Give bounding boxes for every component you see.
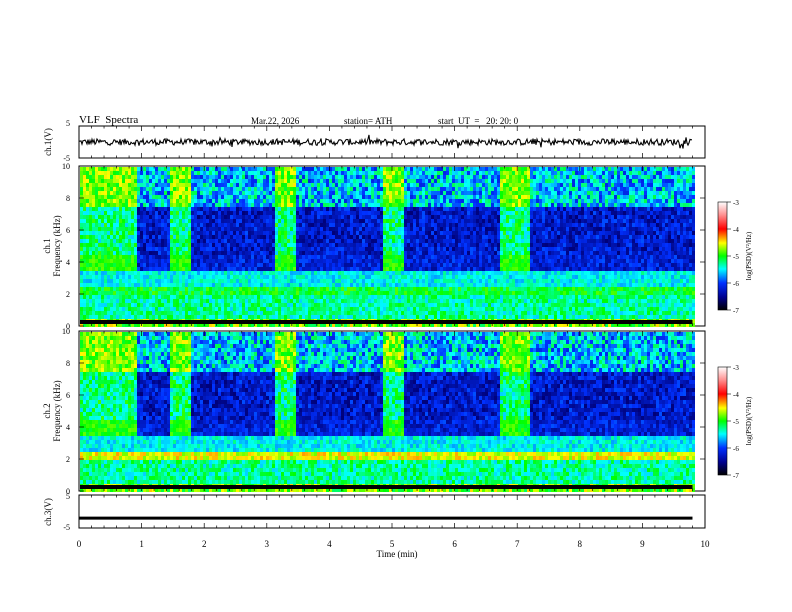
ch2-freq-tick-4: 4 (66, 423, 70, 432)
x-tick-label-3: 3 (265, 539, 270, 549)
ch1-colorbar-label: log(PSD)(V²/Hz) (745, 231, 753, 280)
ch1-colorbar-tick--4: -4 (733, 226, 739, 234)
spectrogram-low-band (80, 485, 693, 489)
ch2-spec-ylabel-freq: Frequency (kHz) (52, 380, 62, 441)
ch1-freq-tick-4: 4 (66, 258, 70, 267)
ch1-spec-ylabel-freq: Frequency (kHz) (52, 215, 62, 276)
ch1-colorbar-tick--6: -6 (733, 280, 739, 288)
ch3-ytick-bottom: -5 (63, 523, 70, 532)
ch2-colorbar-label: log(PSD)(V²/Hz) (745, 396, 753, 445)
ch1-colorbar: -3 -4 -5 -6 -7 log(PSD)(V²/Hz) (717, 199, 753, 315)
ch1-freq-tick-6: 6 (66, 226, 70, 235)
x-tick-label-2: 2 (202, 539, 207, 549)
ch1-ytick-bottom: -5 (63, 154, 70, 163)
ch3-ytick-top: 5 (66, 492, 70, 501)
ch2-colorbar-tick--3: -3 (733, 364, 739, 372)
ch3-waveform-ylabel: ch.3(V) (43, 498, 53, 526)
x-tick-label-4: 4 (327, 539, 332, 549)
x-tick-label-1: 1 (139, 539, 144, 549)
ch2-colorbar-tick--5: -5 (733, 418, 739, 426)
vlf-figure: 0 1 2 3 4 5 6 7 8 9 1002468100246810 ch.1(V) 5 -5 … (42, 119, 753, 559)
ch1-freq-tick-2: 2 (66, 290, 70, 299)
x-tick-label-8: 8 (578, 539, 583, 549)
ch1-colorbar-gradient (717, 201, 728, 311)
ch2-freq-tick-6: 6 (66, 391, 70, 400)
ch2-freq-tick-2: 2 (66, 455, 70, 464)
ch2-spectrogram-image (80, 332, 695, 492)
ch2-colorbar-tick--4: -4 (733, 391, 739, 399)
ch2-colorbar-tick--7: -7 (733, 472, 739, 480)
spectrogram-low-band (80, 320, 693, 324)
ch2-colorbar-tick--6: -6 (733, 445, 739, 453)
ch1-spectrogram-image (80, 167, 695, 327)
ch1-colorbar-tick--7: -7 (733, 307, 739, 315)
ch2-freq-tick-8: 8 (66, 359, 70, 368)
x-tick-label-7: 7 (515, 539, 520, 549)
ch1-waveform-ylabel: ch.1(V) (43, 128, 53, 156)
ch2-spec-ylabel-channel: ch.2 (42, 403, 52, 418)
x-tick-label-6: 6 (452, 539, 457, 549)
ch1-colorbar-tick--5: -5 (733, 253, 739, 261)
ch1-freq-tick-8: 8 (66, 194, 70, 203)
ch2-colorbar-gradient (717, 366, 728, 476)
ch1-ytick-top: 5 (66, 119, 70, 128)
ch1-colorbar-tick--3: -3 (733, 199, 739, 207)
ch1-spec-ylabel-channel: ch.1 (42, 238, 52, 253)
x-axis-label: Time (min) (377, 549, 418, 559)
ch1-freq-tick-10: 10 (62, 162, 70, 171)
x-tick-label-5: 5 (390, 539, 395, 549)
x-tick-label-10: 10 (701, 539, 711, 549)
x-tick-label-0: 0 (77, 539, 82, 549)
ch2-colorbar: -3 -4 -5 -6 -7 log(PSD)(V²/Hz) (717, 364, 753, 480)
ch2-freq-tick-10: 10 (62, 327, 70, 336)
x-tick-label-9: 9 (640, 539, 645, 549)
